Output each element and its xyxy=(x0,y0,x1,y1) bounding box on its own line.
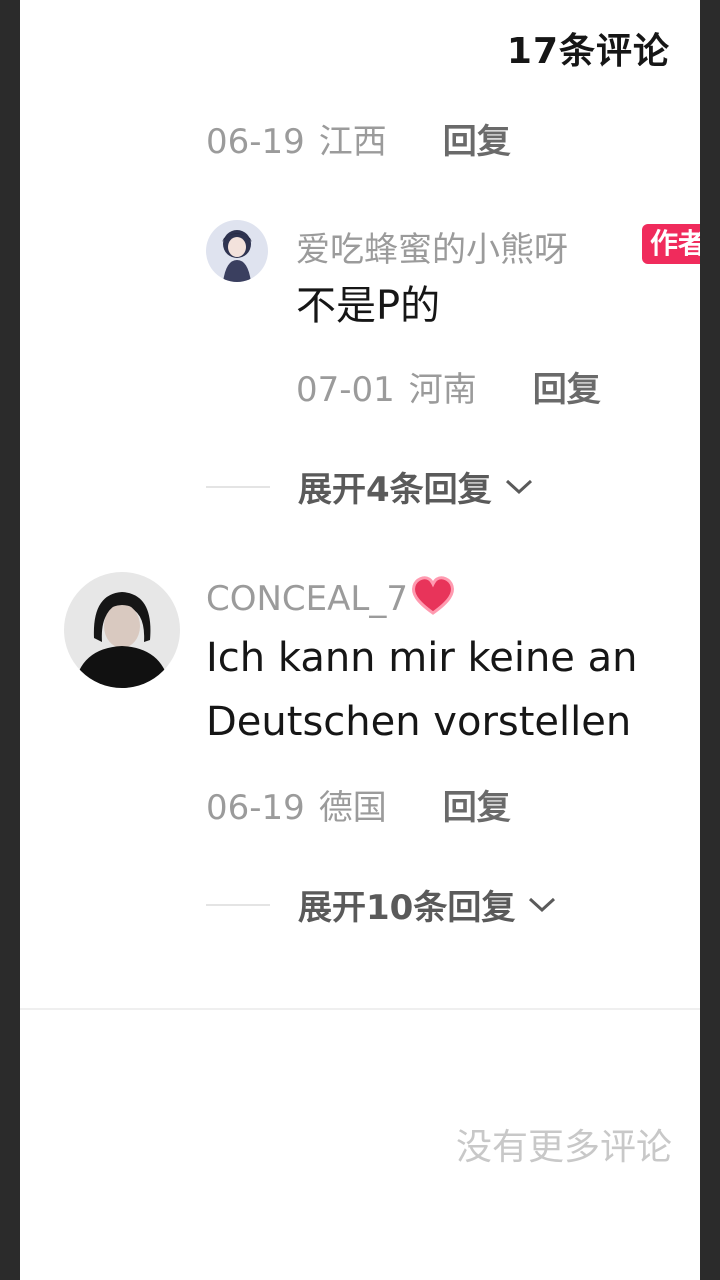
left-border xyxy=(0,0,20,1280)
comment-date: 06-19 xyxy=(206,788,305,828)
reply-date: 07-01 xyxy=(296,370,395,410)
avatar[interactable] xyxy=(206,220,268,282)
no-more-comments: 没有更多评论 xyxy=(456,1127,673,1168)
avatar-image xyxy=(64,572,180,688)
chevron-down-icon xyxy=(502,467,536,507)
author-badge: 作者 xyxy=(642,224,700,264)
expand-replies-label: 展开10条回复 xyxy=(298,888,516,928)
divider-line xyxy=(206,903,270,906)
right-border xyxy=(700,0,720,1280)
avatar-image xyxy=(206,220,268,282)
chevron-down-icon xyxy=(525,885,559,925)
comment-username[interactable]: CONCEAL_7 xyxy=(206,574,456,625)
comment-count-title: 17条评论 xyxy=(506,31,670,72)
reply-button[interactable]: 回复 xyxy=(443,788,511,828)
avatar[interactable] xyxy=(64,572,180,688)
reply-location: 河南 xyxy=(408,370,477,410)
section-divider xyxy=(20,1008,700,1010)
comment-text-line-2: Deutschen vorstellen xyxy=(206,699,632,745)
reply-button[interactable]: 回复 xyxy=(443,122,511,162)
divider-line xyxy=(206,485,270,488)
comment-meta: 06-19 德国 回复 xyxy=(206,780,511,829)
reply-username[interactable]: 爱吃蜂蜜的小熊呀 xyxy=(296,222,568,271)
comment-meta: 06-19 江西 回复 xyxy=(206,114,511,163)
comments-panel: 17条评论 06-19 江西 回复 爱吃蜂蜜的小熊呀 作者 不是P的 07-01 河南… xyxy=(20,0,700,1280)
comment-text-line-1: Ich kann mir keine an xyxy=(206,635,638,681)
expand-replies-button[interactable]: 展开10条回复 xyxy=(206,880,559,929)
reply-button[interactable]: 回复 xyxy=(533,370,601,410)
comment-username-text: CONCEAL_7 xyxy=(206,579,408,619)
comment-date: 06-19 xyxy=(206,122,305,162)
expand-replies-label: 展开4条回复 xyxy=(298,470,492,510)
comment-location: 德国 xyxy=(318,788,387,828)
comment-location: 江西 xyxy=(318,122,387,162)
reply-meta: 07-01 河南 回复 xyxy=(296,362,601,411)
expand-replies-button[interactable]: 展开4条回复 xyxy=(206,462,536,511)
heart-icon xyxy=(410,574,456,625)
reply-text: 不是P的 xyxy=(296,283,441,329)
